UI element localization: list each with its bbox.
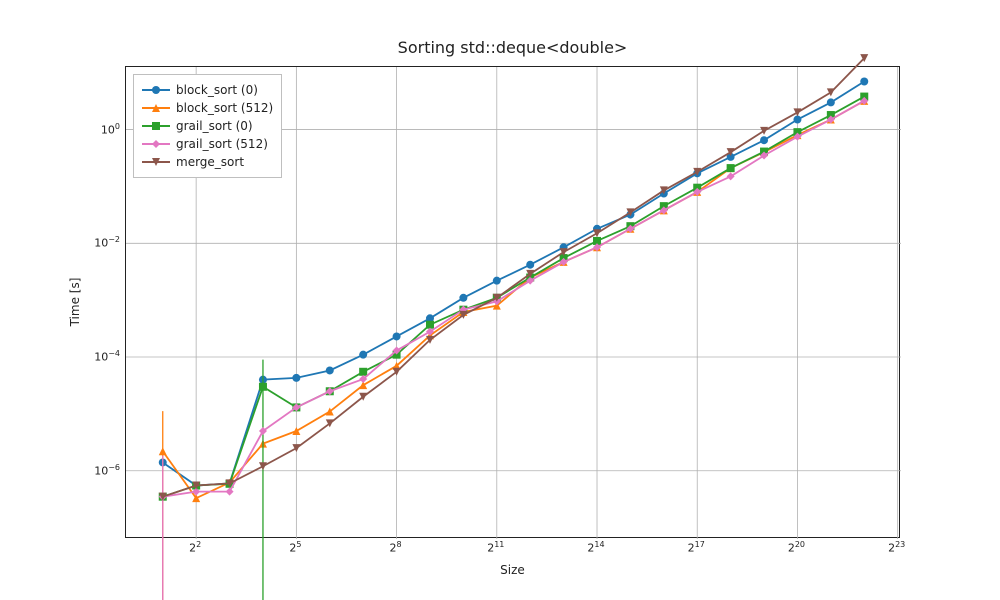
figure: Sorting std::deque<double> Time [s] Size…	[0, 0, 1000, 600]
legend-swatch	[142, 101, 170, 115]
x-tick-label: 25	[275, 540, 315, 555]
x-tick-label: 214	[576, 540, 616, 555]
x-tick-label: 211	[476, 540, 516, 555]
legend-swatch	[142, 83, 170, 97]
y-tick-label: 10−6	[40, 463, 120, 478]
legend: block_sort (0)block_sort (512)grail_sort…	[133, 74, 282, 178]
legend-entry: block_sort (512)	[142, 99, 273, 117]
legend-entry: merge_sort	[142, 153, 273, 171]
x-tick-label: 223	[877, 540, 917, 555]
legend-swatch	[142, 119, 170, 133]
x-tick-label: 217	[676, 540, 716, 555]
legend-entry: grail_sort (0)	[142, 117, 273, 135]
legend-entry: grail_sort (512)	[142, 135, 273, 153]
y-tick-label: 10−2	[40, 235, 120, 250]
legend-swatch	[142, 155, 170, 169]
x-axis-label: Size	[125, 563, 900, 577]
y-tick-label: 10−4	[40, 349, 120, 364]
y-tick-label: 100	[40, 122, 120, 137]
legend-label: block_sort (0)	[176, 81, 258, 99]
legend-label: grail_sort (0)	[176, 117, 253, 135]
legend-label: merge_sort	[176, 153, 244, 171]
legend-swatch	[142, 137, 170, 151]
legend-label: block_sort (512)	[176, 99, 273, 117]
x-tick-label: 220	[776, 540, 816, 555]
x-tick-label: 28	[376, 540, 416, 555]
chart-title: Sorting std::deque<double>	[125, 38, 900, 57]
x-tick-label: 22	[175, 540, 215, 555]
legend-label: grail_sort (512)	[176, 135, 268, 153]
legend-entry: block_sort (0)	[142, 81, 273, 99]
